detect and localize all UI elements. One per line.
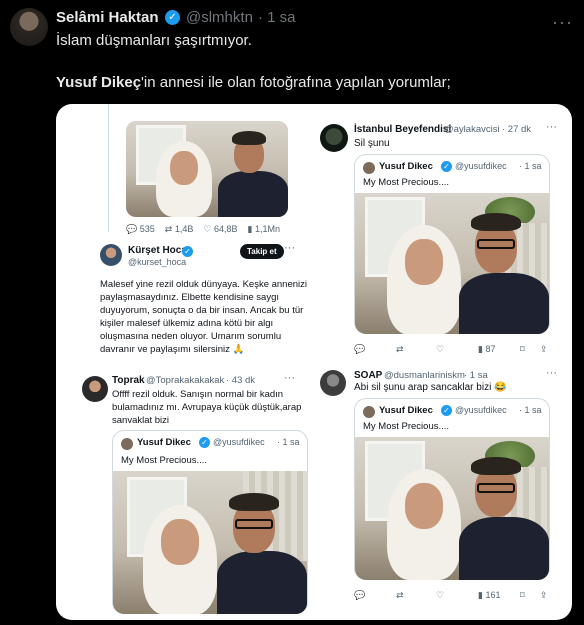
like-count: 64,8B	[213, 224, 238, 234]
retweet-count: 1,4B	[174, 224, 194, 234]
views-icon[interactable]: ▮ 87	[478, 344, 495, 355]
quoted-time: · 1 sa	[519, 405, 542, 415]
views-icon[interactable]: ▮ 161	[478, 590, 500, 601]
photo-left-top	[126, 121, 288, 217]
kursat-line: paylaşmasaydınız. Elbette kendisine sayg…	[100, 292, 280, 303]
author-handle[interactable]: @slmhktn	[186, 9, 253, 26]
istanbul-name[interactable]: İstanbul Beyefendisi	[354, 124, 451, 135]
quoted-name: Yusuf Dikec	[379, 405, 433, 416]
like-icon[interactable]: ♡	[436, 590, 444, 601]
quoted-avatar	[121, 438, 133, 450]
soap-avatar[interactable]	[320, 370, 346, 396]
kursat-line: kişiler malesef ülkemiz adına kötü bir a…	[100, 318, 274, 329]
reply-icon[interactable]: 💬	[126, 224, 137, 234]
toprak-name[interactable]: Toprak	[112, 375, 145, 386]
like-icon[interactable]: ♡	[203, 224, 211, 234]
kursat-line: davranır ve paylaşımı silersiniz 🙏	[100, 344, 245, 355]
left-top-actions[interactable]: 💬 535 ⇄ 1,4B ♡ 64,8B ▮ 1,1Mn	[126, 224, 280, 235]
quoted-avatar	[363, 162, 375, 174]
kursat-verified-icon: ✓	[182, 246, 193, 257]
retweet-icon[interactable]: ⇄	[165, 224, 173, 234]
views-count: 1,1Mn	[254, 224, 280, 234]
author-avatar[interactable]	[10, 8, 48, 46]
reply-icon[interactable]: 💬	[354, 344, 365, 355]
toprak-line: Offff rezil olduk. Sanışın normal bir ka…	[112, 389, 284, 400]
tweet-time[interactable]: · 1 sa	[258, 9, 296, 26]
quoted-photo	[113, 471, 307, 614]
istanbul-avatar[interactable]	[320, 124, 348, 152]
kursat-handle[interactable]: @kurset_hoca	[128, 257, 186, 267]
views-count: 87	[485, 344, 496, 354]
toprak-text: Offff rezil olduk. Sanışın normal bir ka…	[112, 388, 301, 427]
verified-badge-icon: ✓	[165, 10, 180, 25]
toprak-handle[interactable]: @Toprakakakakak	[146, 375, 224, 386]
reply-count: 535	[139, 224, 155, 234]
thread-line	[108, 104, 109, 232]
author-name[interactable]: Selâmi Haktan	[56, 9, 159, 26]
istanbul-text: Sil şunu	[354, 138, 390, 149]
kursat-avatar[interactable]	[100, 244, 122, 266]
quoted-text: My Most Precious....	[121, 455, 208, 466]
tweet-text-line2-rest: 'in annesi ile olan fotoğrafına yapılan …	[141, 74, 451, 91]
soap-time[interactable]: · 1 sa	[464, 370, 488, 381]
quoted-text: My Most Precious....	[363, 177, 450, 188]
istanbul-more-icon[interactable]: ···	[546, 121, 557, 133]
kursat-line: oluşmasına neden oluyor. Umarım sorumlu	[100, 331, 282, 342]
quoted-handle: @yusufdikec	[213, 437, 265, 447]
more-options-icon[interactable]: ···	[552, 12, 573, 33]
quoted-name: Yusuf Dikec	[137, 437, 191, 448]
quoted-time: · 1 sa	[277, 437, 300, 447]
mention-bold: Yusuf Dikeç	[56, 74, 142, 91]
soap-quoted-tweet[interactable]: Yusuf Dikec ✓ @yusufdikec · 1 sa My Most…	[354, 398, 550, 580]
tweet-text-line2: Yusuf Dikeç'in annesi ile olan fotoğrafı…	[56, 74, 451, 91]
quoted-handle: @yusufdikec	[455, 405, 507, 415]
soap-text: Abi sil şunu arap sancaklar bizi 😂	[354, 382, 507, 393]
share-icon[interactable]: ⇪	[540, 344, 548, 355]
quoted-photo	[355, 193, 549, 334]
share-icon[interactable]: ⇪	[540, 590, 548, 601]
quoted-time: · 1 sa	[519, 161, 542, 171]
bookmark-icon[interactable]: ⌑	[520, 344, 525, 355]
toprak-line: sanvaklat bizi	[112, 415, 170, 426]
views-icon[interactable]: ▮	[248, 224, 253, 234]
toprak-more-icon[interactable]: ···	[284, 372, 295, 384]
like-icon[interactable]: ♡	[436, 344, 444, 355]
quoted-handle: @yusufdikec	[455, 161, 507, 171]
kursat-more-icon[interactable]: ···	[284, 242, 295, 254]
attached-image[interactable]: 💬 535 ⇄ 1,4B ♡ 64,8B ▮ 1,1Mn Kürşet Hoca…	[56, 104, 572, 620]
istanbul-quoted-tweet[interactable]: Yusuf Dikec ✓ @yusufdikec · 1 sa My Most…	[354, 154, 550, 334]
istanbul-time[interactable]: · 27 dk	[502, 124, 531, 135]
quoted-verified-icon: ✓	[199, 437, 210, 448]
quoted-photo	[355, 437, 549, 580]
soap-handle[interactable]: @dusmanlariniskm	[384, 370, 465, 381]
toprak-avatar[interactable]	[82, 376, 108, 402]
kursat-name[interactable]: Kürşet Hoca	[128, 245, 187, 256]
quoted-verified-icon: ✓	[441, 405, 452, 416]
kursat-line: Malesef yine rezil olduk dünyaya. Keşke …	[100, 279, 308, 290]
quoted-name: Yusuf Dikec	[379, 161, 433, 172]
reply-icon[interactable]: 💬	[354, 590, 365, 601]
bookmark-icon[interactable]: ⌑	[520, 590, 525, 601]
quoted-verified-icon: ✓	[441, 161, 452, 172]
istanbul-handle[interactable]: @aylakavcisi	[444, 124, 500, 135]
views-count: 161	[485, 590, 501, 600]
kursat-line: duyuyorum, sonuçta o da bir insan. Ancak…	[100, 305, 304, 316]
quoted-text: My Most Precious....	[363, 421, 450, 432]
quoted-avatar	[363, 406, 375, 418]
toprak-time[interactable]: · 43 dk	[226, 375, 255, 386]
toprak-line: bulamadınız mı. Avrupaya küçük düştük,ar…	[112, 402, 302, 413]
follow-button[interactable]: Takip et	[240, 244, 284, 259]
soap-more-icon[interactable]: ···	[546, 367, 557, 379]
soap-name[interactable]: SOAP	[354, 370, 382, 381]
tweet-text-line1: İslam düşmanları şaşırtmıyor.	[56, 32, 252, 49]
kursat-text: Malesef yine rezil olduk dünyaya. Keşke …	[100, 278, 307, 356]
retweet-icon[interactable]: ⇄	[396, 590, 404, 601]
toprak-quoted-tweet[interactable]: Yusuf Dikec ✓ @yusufdikec · 1 sa My Most…	[112, 430, 308, 614]
retweet-icon[interactable]: ⇄	[396, 344, 404, 355]
